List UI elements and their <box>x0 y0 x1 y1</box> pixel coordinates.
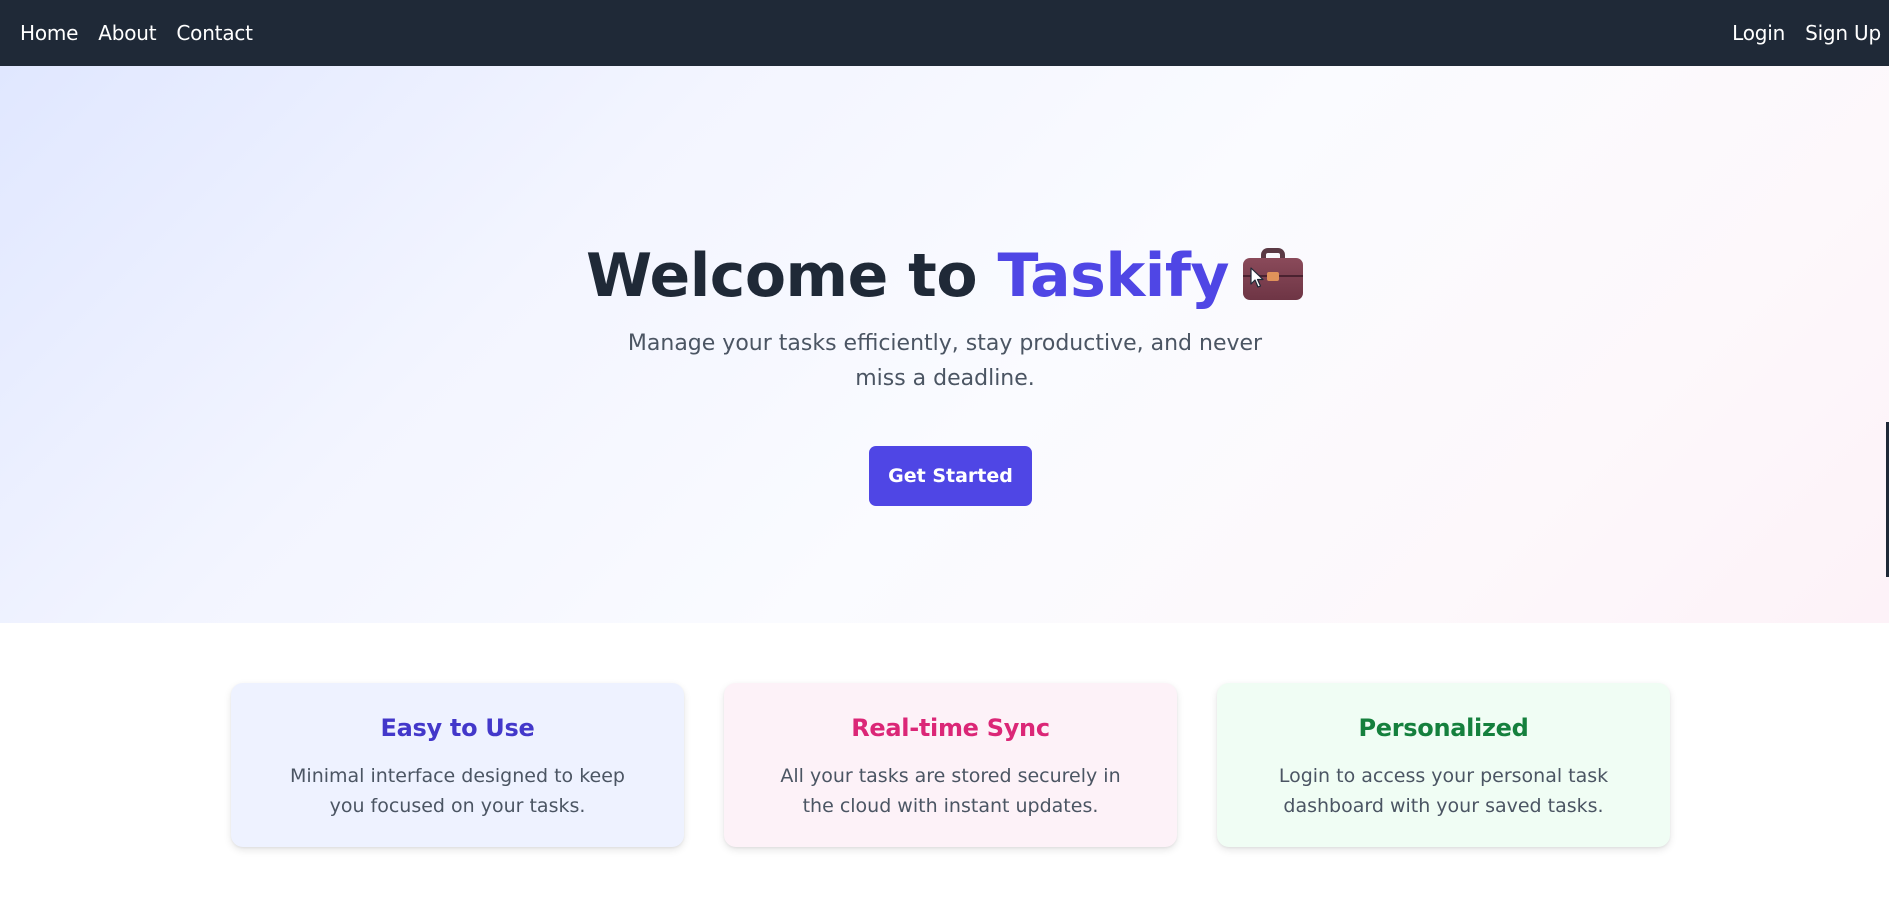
feature-card-realtime-sync: Real-time Sync All your tasks are stored… <box>724 683 1177 847</box>
hero-section: Welcome to Taskify Manage your tasks eff… <box>0 66 1889 623</box>
feature-card-text: All your tasks are stored securely in th… <box>780 765 1121 817</box>
feature-card-title: Personalized <box>1358 714 1529 742</box>
hero-title: Welcome to Taskify <box>0 241 1889 311</box>
nav-contact-link[interactable]: Contact <box>176 21 253 45</box>
nav-about-link[interactable]: About <box>98 21 156 45</box>
nav-login-link[interactable]: Login <box>1732 21 1785 45</box>
hero-brand-name: Taskify <box>997 241 1230 311</box>
hero-subtitle: Manage your tasks efficiently, stay prod… <box>627 331 1263 391</box>
feature-card-text: Minimal interface designed to keep you f… <box>290 765 625 817</box>
nav-left-group: Home About Contact <box>20 21 253 45</box>
get-started-button[interactable]: Get Started <box>869 446 1032 506</box>
mouse-cursor-icon <box>1250 267 1264 288</box>
feature-card-easy-to-use: Easy to Use Minimal interface designed t… <box>231 683 684 847</box>
nav-signup-link[interactable]: Sign Up <box>1805 21 1881 45</box>
feature-card-title: Easy to Use <box>380 714 535 742</box>
top-navbar: Home About Contact Login Sign Up <box>0 0 1889 66</box>
feature-card-title: Real-time Sync <box>851 714 1050 742</box>
feature-card-text: Login to access your personal task dashb… <box>1278 765 1609 817</box>
nav-right-group: Login Sign Up <box>1732 21 1889 45</box>
feature-card-personalized: Personalized Login to access your person… <box>1217 683 1670 847</box>
nav-home-link[interactable]: Home <box>20 21 78 45</box>
hero-title-prefix: Welcome to <box>585 241 978 311</box>
